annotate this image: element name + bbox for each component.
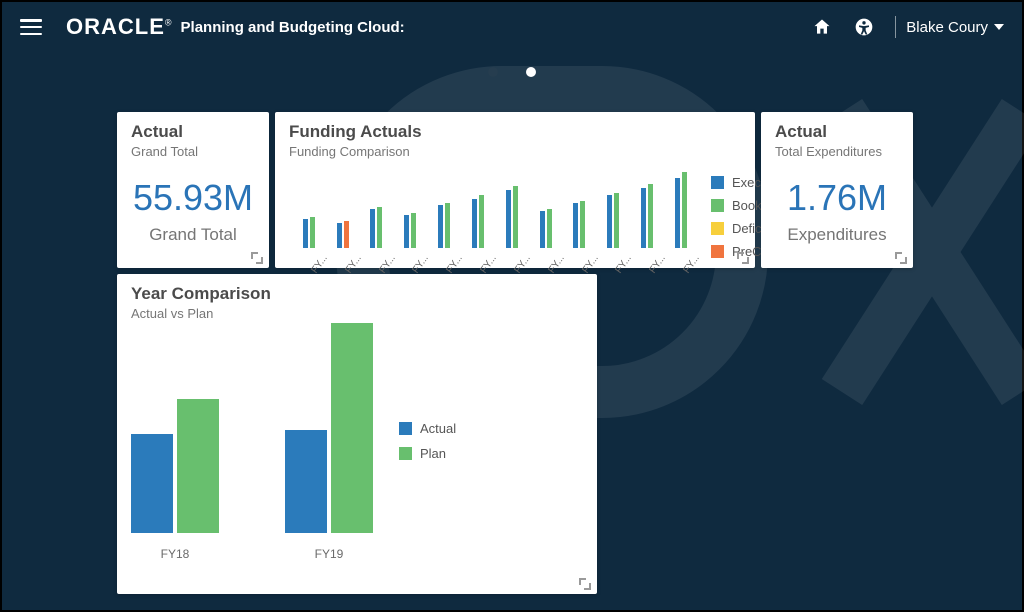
bar bbox=[337, 223, 342, 248]
tile-title: Funding Actuals bbox=[289, 122, 741, 142]
tile-expenditures: Actual Total Expenditures 1.76M Expendit… bbox=[761, 112, 913, 268]
bar bbox=[285, 430, 327, 533]
legend-swatch bbox=[711, 222, 724, 235]
user-menu[interactable]: Blake Coury bbox=[906, 19, 1004, 36]
tile-grand-total: Actual Grand Total 55.93M Grand Total bbox=[117, 112, 269, 268]
expand-icon[interactable] bbox=[251, 252, 263, 264]
bar bbox=[131, 434, 173, 533]
bar bbox=[506, 190, 511, 249]
tile-subtitle: Grand Total bbox=[131, 144, 255, 159]
legend-swatch bbox=[711, 176, 724, 189]
bar bbox=[607, 195, 612, 248]
tile-subtitle: Total Expenditures bbox=[775, 144, 899, 159]
tile-funding-actuals: Funding Actuals Funding Comparison FY...… bbox=[275, 112, 755, 268]
expand-icon[interactable] bbox=[895, 252, 907, 264]
bar bbox=[682, 172, 687, 248]
bar bbox=[641, 188, 646, 248]
legend-item: Plan bbox=[399, 446, 456, 461]
tile-subtitle: Actual vs Plan bbox=[131, 306, 583, 321]
bar bbox=[547, 209, 552, 248]
page-dot-0[interactable] bbox=[488, 67, 498, 77]
legend-swatch bbox=[711, 199, 724, 212]
x-axis-label: FY19 bbox=[315, 547, 344, 561]
tile-title: Year Comparison bbox=[131, 284, 583, 304]
chevron-down-icon bbox=[994, 24, 1004, 30]
year-comparison-legend: Actual Plan bbox=[399, 421, 456, 461]
bar bbox=[472, 199, 477, 248]
legend-swatch bbox=[399, 447, 412, 460]
tile-value: 55.93M bbox=[131, 177, 255, 219]
bar bbox=[445, 203, 450, 248]
bar bbox=[438, 205, 443, 248]
tile-title: Actual bbox=[131, 122, 255, 142]
tile-footer: Grand Total bbox=[131, 225, 255, 245]
header-separator bbox=[895, 16, 896, 38]
bar bbox=[331, 323, 373, 533]
bar bbox=[614, 193, 619, 248]
legend-label: Actual bbox=[420, 421, 456, 436]
x-axis-label: FY18 bbox=[161, 547, 190, 561]
year-comparison-chart: FY18 FY19 bbox=[131, 331, 373, 561]
bar bbox=[411, 213, 416, 248]
bar bbox=[177, 399, 219, 533]
page-indicator[interactable] bbox=[2, 64, 1022, 82]
page-dot-1[interactable] bbox=[526, 67, 536, 77]
home-icon[interactable] bbox=[809, 14, 835, 40]
menu-icon[interactable] bbox=[20, 19, 42, 35]
tile-title: Actual bbox=[775, 122, 899, 142]
tile-value: 1.76M bbox=[775, 177, 899, 219]
legend-swatch bbox=[711, 245, 724, 258]
bar bbox=[573, 203, 578, 248]
app-title: Planning and Budgeting Cloud: bbox=[181, 19, 405, 36]
bar bbox=[540, 211, 545, 248]
legend-swatch bbox=[399, 422, 412, 435]
bar bbox=[344, 221, 349, 248]
accessibility-icon[interactable] bbox=[851, 14, 877, 40]
bar bbox=[404, 215, 409, 248]
funding-bar-chart: FY...FY...FY...FY...FY...FY...FY...FY...… bbox=[295, 169, 687, 264]
legend-label: Plan bbox=[420, 446, 446, 461]
legend-item: Actual bbox=[399, 421, 456, 436]
tile-footer: Expenditures bbox=[775, 225, 899, 245]
tile-year-comparison: Year Comparison Actual vs Plan FY18FY19 … bbox=[117, 274, 597, 594]
expand-icon[interactable] bbox=[737, 252, 749, 264]
user-name: Blake Coury bbox=[906, 19, 988, 36]
bar bbox=[370, 209, 375, 248]
bar bbox=[377, 207, 382, 248]
bar bbox=[675, 178, 680, 248]
app-header: ORACLE® Planning and Budgeting Cloud: Bl… bbox=[2, 2, 1022, 52]
bar bbox=[303, 219, 308, 248]
tile-subtitle: Funding Comparison bbox=[289, 144, 741, 159]
bar bbox=[648, 184, 653, 248]
bar bbox=[310, 217, 315, 248]
bar bbox=[580, 201, 585, 248]
bar bbox=[479, 195, 484, 248]
bar bbox=[513, 186, 518, 248]
brand-logo: ORACLE® bbox=[66, 14, 173, 40]
expand-icon[interactable] bbox=[579, 578, 591, 590]
